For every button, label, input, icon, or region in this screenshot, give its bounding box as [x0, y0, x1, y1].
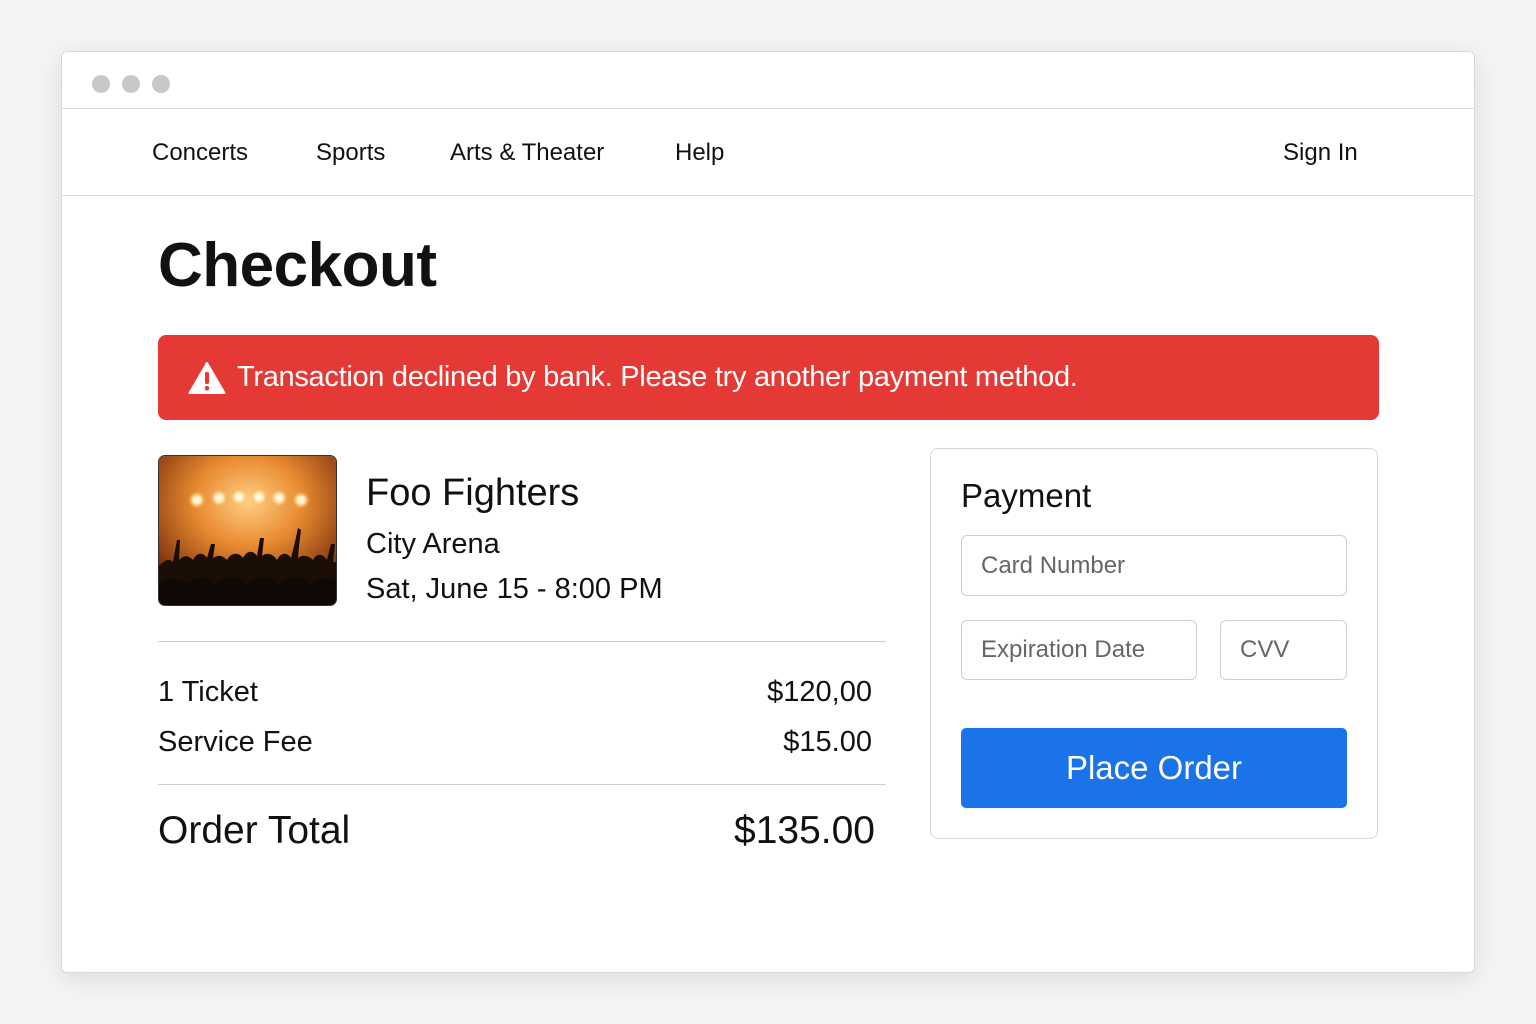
browser-window: Concerts Sports Arts & Theater Help Sign… — [61, 51, 1475, 973]
card-number-input[interactable] — [961, 535, 1347, 596]
expiration-date-input[interactable] — [961, 620, 1197, 680]
nav-concerts[interactable]: Concerts — [152, 139, 248, 167]
event-date: Sat, June 15 - 8:00 PM — [366, 573, 663, 605]
service-fee-value: $15.00 — [783, 726, 872, 758]
service-fee-label: Service Fee — [158, 726, 313, 758]
event-image — [158, 455, 337, 606]
concert-crowd-image — [159, 456, 336, 605]
nav-arts-theater[interactable]: Arts & Theater — [450, 139, 604, 167]
cvv-input[interactable] — [1220, 620, 1347, 680]
divider — [158, 641, 886, 642]
nav-sports[interactable]: Sports — [316, 139, 385, 167]
window-maximize-dot[interactable] — [152, 75, 170, 93]
ticket-line-value: $120,00 — [767, 676, 872, 708]
page-title: Checkout — [158, 231, 437, 300]
event-name: Foo Fighters — [366, 472, 580, 514]
event-venue: City Arena — [366, 528, 500, 560]
warning-triangle-icon — [188, 361, 226, 394]
ticket-line-label: 1 Ticket — [158, 676, 258, 708]
error-alert: Transaction declined by bank. Please try… — [158, 335, 1379, 420]
order-total-value: $135.00 — [734, 809, 875, 852]
payment-panel: Payment Place Order — [930, 448, 1378, 839]
sign-in-link[interactable]: Sign In — [1283, 139, 1358, 167]
place-order-button[interactable]: Place Order — [961, 728, 1347, 808]
top-nav: Concerts Sports Arts & Theater Help Sign… — [62, 109, 1474, 196]
window-titlebar — [62, 52, 1474, 109]
divider — [158, 784, 886, 785]
alert-message: Transaction declined by bank. Please try… — [237, 361, 1078, 393]
window-minimize-dot[interactable] — [122, 75, 140, 93]
payment-title: Payment — [961, 477, 1092, 514]
nav-help[interactable]: Help — [675, 139, 724, 167]
window-close-dot[interactable] — [92, 75, 110, 93]
order-total-label: Order Total — [158, 809, 351, 852]
